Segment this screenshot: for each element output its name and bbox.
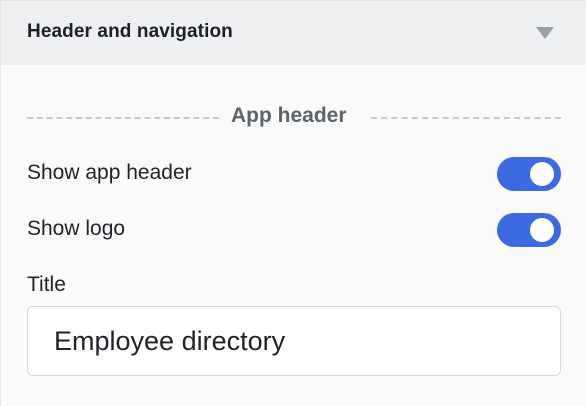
- section-header-header-and-navigation[interactable]: Header and navigation: [1, 0, 586, 65]
- title-input[interactable]: [27, 306, 561, 376]
- show-logo-toggle[interactable]: [497, 213, 561, 247]
- show-app-header-toggle[interactable]: [497, 157, 561, 191]
- settings-panel: Header and navigation App header Show ap…: [0, 0, 586, 406]
- show-logo-label: Show logo: [27, 217, 126, 240]
- chevron-down-icon[interactable]: [536, 27, 554, 39]
- show-app-header-label: Show app header: [27, 161, 192, 184]
- toggle-knob: [530, 218, 554, 242]
- group-label: App header: [231, 104, 347, 127]
- group-divider-app-header: App header: [27, 102, 561, 132]
- divider-line-left: [27, 117, 219, 119]
- title-field-label: Title: [27, 273, 66, 296]
- toggle-knob: [530, 162, 554, 186]
- section-title: Header and navigation: [27, 21, 233, 42]
- divider-line-right: [371, 117, 561, 119]
